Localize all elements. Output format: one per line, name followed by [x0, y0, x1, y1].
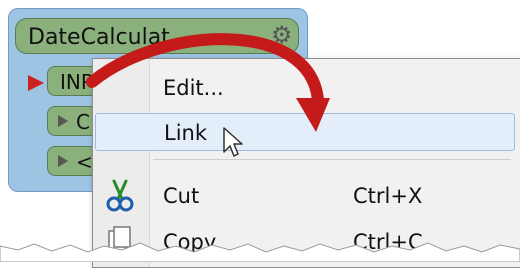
- menu-item-edit[interactable]: Edit...: [95, 69, 515, 107]
- menu-separator: [153, 159, 511, 160]
- menu-item-label: Edit...: [163, 76, 224, 100]
- context-menu: Edit... Link Cut Ctrl+X Copy Ctrl+C: [92, 58, 520, 268]
- menu-item-cut[interactable]: Cut Ctrl+X: [95, 177, 515, 215]
- menu-item-label: Link: [164, 121, 208, 145]
- scissors-icon: [105, 179, 135, 219]
- menu-item-link[interactable]: Link: [95, 113, 515, 157]
- output-port-label: C: [76, 110, 90, 134]
- input-marker-icon: [28, 75, 44, 91]
- output-port-2-label: <: [76, 150, 93, 174]
- transformer-title: DateCalculat: [28, 25, 170, 50]
- play-icon: [58, 115, 68, 127]
- play-icon: [58, 155, 68, 167]
- gear-icon[interactable]: ⚙: [271, 23, 293, 47]
- torn-edge: [0, 242, 520, 262]
- transformer-title-bar[interactable]: DateCalculat ⚙: [15, 18, 299, 54]
- mouse-cursor-icon: [223, 127, 243, 157]
- menu-item-shortcut: Ctrl+X: [353, 184, 423, 208]
- input-port-label: INP: [60, 70, 93, 94]
- menu-item-label: Cut: [163, 184, 200, 208]
